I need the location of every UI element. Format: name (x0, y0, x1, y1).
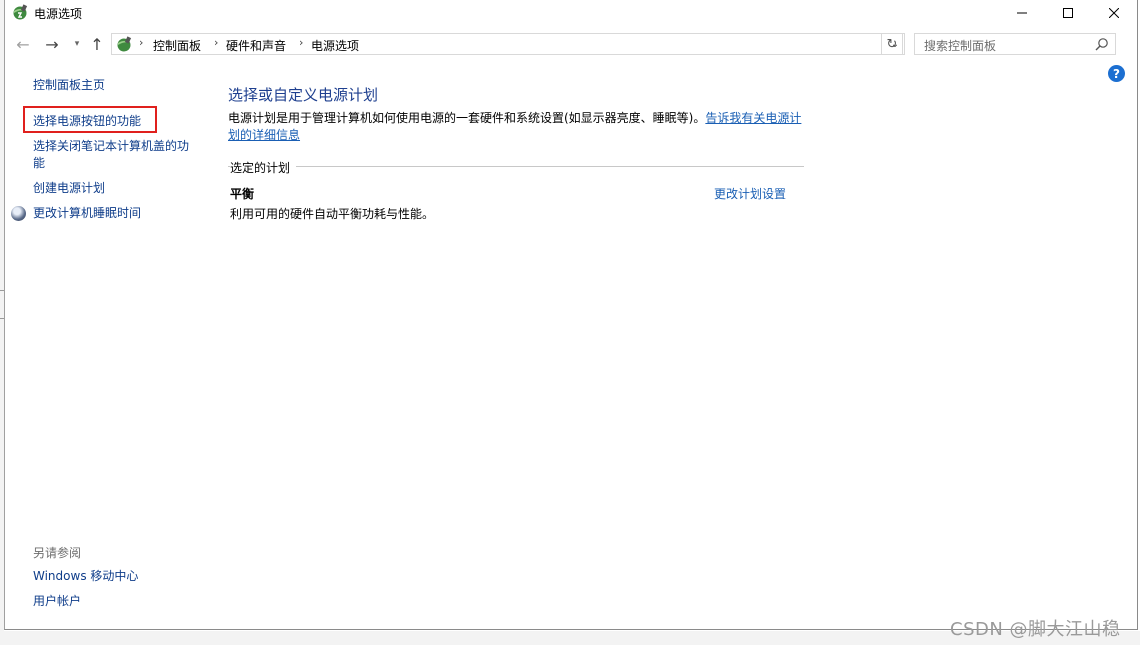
page-description: 电源计划是用于管理计算机如何使用电源的一套硬件和系统设置(如显示器亮度、睡眠等)… (228, 110, 808, 144)
breadcrumb-separator-icon: › (139, 36, 144, 49)
minimize-icon (1017, 12, 1027, 14)
power-options-icon (13, 4, 28, 20)
navigation-bar: ← → ▾ ↑ › 控制面板 › 硬件和声音 › 电源选项 ⌄ ↻ 搜索控制面板 (5, 30, 1137, 58)
up-button[interactable]: ↑ (87, 34, 107, 54)
section-divider (228, 166, 804, 167)
forward-arrow-icon: → (45, 34, 59, 54)
link-create-power-plan[interactable]: 创建电源计划 (33, 180, 105, 197)
sleep-moon-icon (11, 206, 26, 221)
recent-locations-button[interactable]: ▾ (67, 34, 87, 54)
search-placeholder: 搜索控制面板 (924, 39, 997, 53)
link-windows-mobility-center[interactable]: Windows 移动中心 (33, 568, 138, 585)
title-bar[interactable]: 电源选项 (5, 0, 1137, 26)
link-user-accounts[interactable]: 用户帐户 (33, 593, 81, 610)
link-lid-close-function[interactable]: 选择关闭笔记本计算机盖的功能 (33, 138, 195, 172)
window-title: 电源选项 (34, 7, 83, 21)
address-bar[interactable]: › 控制面板 › 硬件和声音 › 电源选项 ⌄ (111, 33, 905, 55)
power-options-window: 电源选项 ← → ▾ ↑ › 控制面板 › 硬件和声音 › 电源选项 ⌄ ↻ 搜… (4, 0, 1138, 630)
page-title: 选择或自定义电源计划 (228, 86, 379, 104)
breadcrumb-separator-icon: › (214, 36, 219, 49)
breadcrumb-control-panel[interactable]: 控制面板 (153, 37, 201, 54)
breadcrumb-separator-icon: › (299, 36, 304, 49)
minimize-button[interactable] (999, 0, 1045, 26)
search-box[interactable]: 搜索控制面板 (914, 33, 1116, 55)
up-arrow-icon: ↑ (90, 34, 104, 54)
link-change-sleep-time[interactable]: 更改计算机睡眠时间 (33, 205, 141, 222)
help-icon[interactable]: ? (1108, 65, 1125, 82)
chevron-down-icon: ▾ (74, 39, 80, 49)
maximize-icon (1063, 8, 1073, 18)
plan-description: 利用可用的硬件自动平衡功耗与性能。 (230, 207, 435, 221)
plan-name: 平衡 (230, 187, 255, 201)
forward-button[interactable]: → (42, 34, 62, 54)
left-task-pane: 控制面板主页 选择电源按钮的功能 选择关闭笔记本计算机盖的功能 创建电源计划 更… (5, 60, 205, 620)
breadcrumb-hardware-sound[interactable]: 硬件和声音 (226, 37, 286, 54)
control-panel-icon (117, 36, 132, 52)
breadcrumb-power-options[interactable]: 电源选项 (311, 37, 359, 54)
refresh-icon: ↻ (886, 36, 898, 52)
back-arrow-icon: ← (16, 34, 30, 54)
search-icon[interactable] (1095, 37, 1109, 51)
refresh-button[interactable]: ↻ (881, 33, 903, 55)
close-button[interactable] (1091, 0, 1137, 26)
back-button[interactable]: ← (13, 34, 33, 54)
link-control-panel-home[interactable]: 控制面板主页 (33, 77, 105, 94)
close-icon (1109, 8, 1119, 18)
link-power-button-function[interactable]: 选择电源按钮的功能 (33, 113, 141, 130)
selected-plan-heading: 选定的计划 (230, 159, 297, 176)
description-text: 电源计划是用于管理计算机如何使用电源的一套硬件和系统设置(如显示器亮度、睡眠等)… (228, 111, 706, 125)
maximize-button[interactable] (1045, 0, 1091, 26)
change-plan-settings-link[interactable]: 更改计划设置 (714, 185, 786, 202)
see-also-heading: 另请参阅 (33, 546, 82, 560)
watermark: CSDN @脚大江山稳 (950, 619, 1121, 640)
